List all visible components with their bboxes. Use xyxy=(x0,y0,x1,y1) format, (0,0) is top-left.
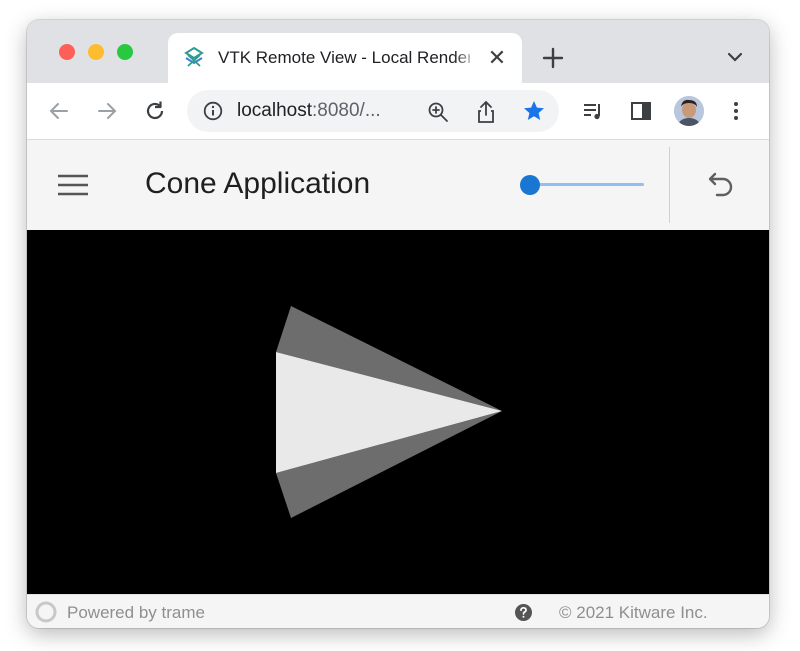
toolbar-divider xyxy=(669,147,670,223)
help-icon[interactable] xyxy=(515,604,532,621)
browser-menu-icon[interactable] xyxy=(724,99,748,123)
back-arrow-icon[interactable] xyxy=(47,99,71,123)
url-text[interactable]: localhost:8080/... xyxy=(237,100,381,122)
tab-search-chevron-icon[interactable] xyxy=(725,50,745,64)
app-toolbar: Cone Application xyxy=(27,140,769,230)
new-tab-icon[interactable] xyxy=(541,46,565,70)
reload-icon[interactable] xyxy=(143,99,167,123)
browser-window: VTK Remote View - Local Rendering ✕ loca… xyxy=(27,20,769,628)
browser-toolbar: localhost:8080/... xyxy=(27,83,769,140)
tab-close-icon[interactable]: ✕ xyxy=(486,47,508,69)
forward-arrow-icon[interactable] xyxy=(95,99,119,123)
undo-icon[interactable] xyxy=(707,169,737,201)
share-icon[interactable] xyxy=(475,100,497,124)
browser-tab[interactable]: VTK Remote View - Local Rendering ✕ xyxy=(168,33,522,83)
slider-track[interactable] xyxy=(528,183,644,186)
cone-render xyxy=(276,306,502,518)
app-footer: Powered by trame © 2021 Kitware Inc. xyxy=(27,594,769,628)
side-panel-icon[interactable] xyxy=(629,99,653,123)
trame-logo-icon xyxy=(35,601,57,623)
tab-strip: VTK Remote View - Local Rendering ✕ xyxy=(27,20,769,83)
slider-thumb[interactable] xyxy=(520,175,540,195)
minimize-window-button[interactable] xyxy=(88,44,104,60)
profile-photo-icon xyxy=(674,96,704,126)
tab-title-fade xyxy=(454,43,478,73)
tab-title: VTK Remote View - Local Rendering xyxy=(218,48,470,67)
site-info-icon[interactable] xyxy=(203,101,223,121)
vtk-render-view[interactable] xyxy=(27,230,769,594)
profile-avatar[interactable] xyxy=(674,96,704,126)
reading-list-icon[interactable] xyxy=(581,99,605,123)
menu-icon[interactable] xyxy=(57,173,89,197)
zoom-magnifier-icon[interactable] xyxy=(427,101,449,123)
copyright-text: © 2021 Kitware Inc. xyxy=(559,603,708,622)
close-window-button[interactable] xyxy=(59,44,75,60)
powered-by-text[interactable]: Powered by trame xyxy=(67,603,205,623)
url-host: localhost xyxy=(237,100,312,121)
bookmark-star-icon[interactable] xyxy=(522,99,546,123)
resolution-slider[interactable] xyxy=(519,174,645,196)
url-path: :8080/... xyxy=(312,100,381,121)
zoom-window-button[interactable] xyxy=(117,44,133,60)
app-title: Cone Application xyxy=(145,167,371,200)
vtk-favicon-icon xyxy=(184,46,204,67)
address-bar[interactable]: localhost:8080/... xyxy=(187,90,559,132)
